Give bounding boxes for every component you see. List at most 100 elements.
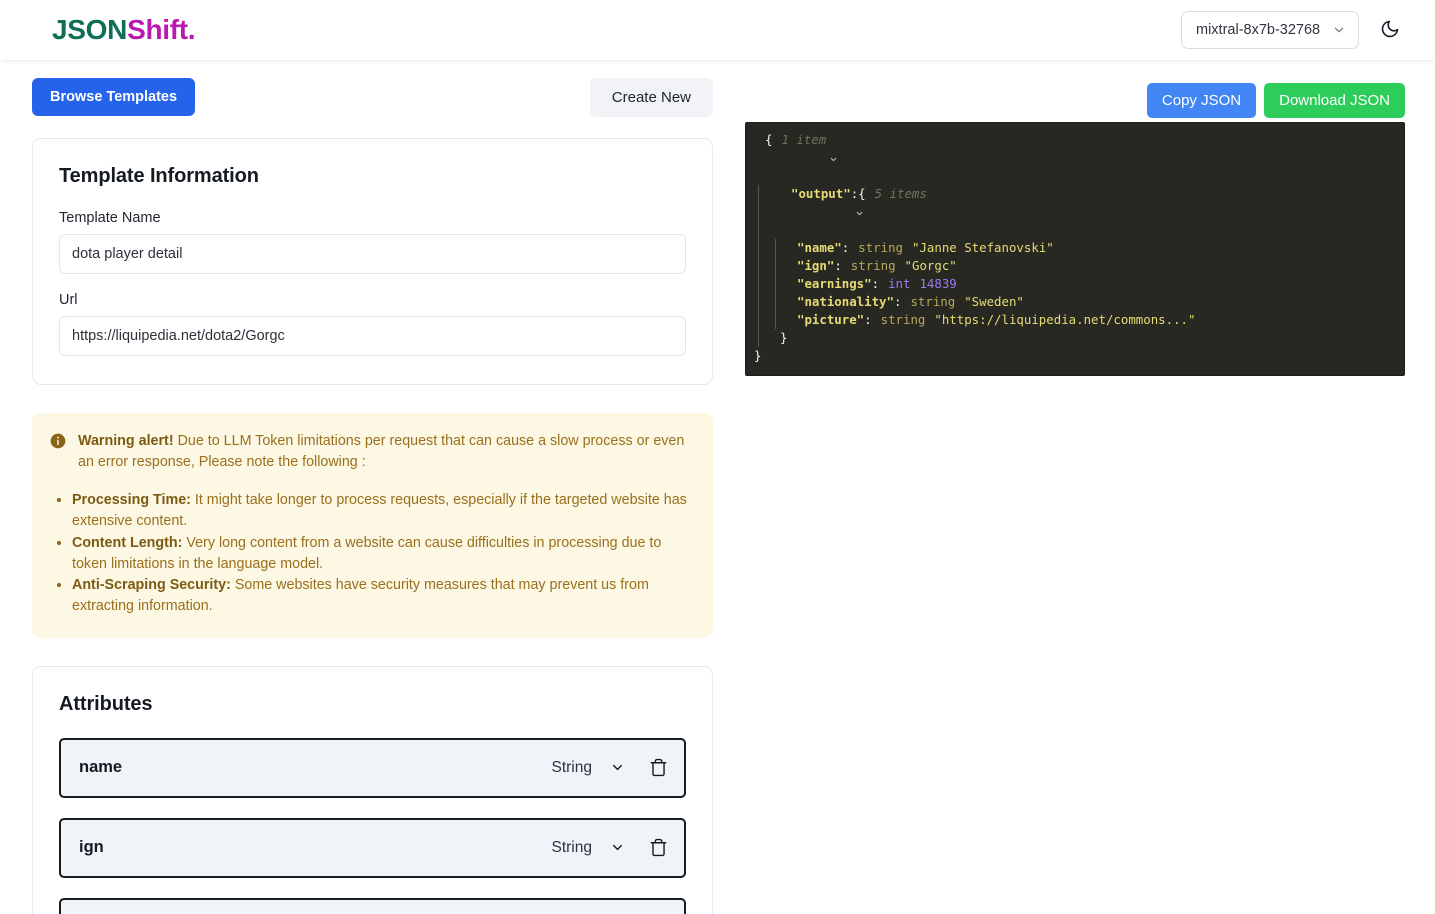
theme-toggle-button[interactable] (1375, 15, 1405, 45)
chevron-down-icon[interactable] (610, 840, 625, 855)
model-select-value: mixtral-8x7b-32768 (1196, 22, 1321, 38)
trash-icon[interactable] (649, 838, 668, 857)
attribute-type-value: String (551, 838, 593, 856)
attribute-name: ign (79, 838, 104, 857)
json-value: "Janne Stefanovski" (912, 240, 1054, 255)
info-circle-icon (50, 433, 66, 449)
chevron-down-icon[interactable] (780, 185, 862, 239)
list-item: Content Length: Very long content from a… (72, 533, 693, 574)
indent-guide (775, 257, 788, 275)
json-root-brace: { (765, 132, 773, 147)
json-output-close-line: } (754, 329, 1394, 347)
table-row[interactable]: name String (59, 737, 686, 798)
download-json-button[interactable]: Download JSON (1264, 82, 1405, 118)
json-value: 14839 (919, 276, 957, 291)
model-select[interactable]: mixtral-8x7b-32768 (1181, 11, 1359, 49)
list-item-strong: Anti-Scraping Security: (72, 577, 231, 594)
json-output-viewer[interactable]: {1 item "output":{5 items "name": string "… (745, 122, 1405, 376)
url-input[interactable] (59, 316, 686, 356)
indent-guide (775, 239, 788, 257)
template-information-title: Template Information (59, 165, 259, 187)
json-entry-line: "earnings": int 14839 (754, 275, 1394, 293)
indent-guide (758, 293, 771, 311)
moon-icon (1380, 19, 1400, 42)
table-row[interactable]: earnings Number (59, 897, 686, 914)
app-header: JSONShift. mixtral-8x7b-32768 (0, 0, 1435, 60)
json-key: "earnings" (797, 276, 872, 291)
attributes-card: Attributes name String ign String (32, 665, 713, 914)
table-row[interactable]: ign String (59, 817, 686, 878)
json-brace: { (858, 186, 866, 201)
json-colon: : (871, 276, 880, 291)
json-value: "Sweden" (964, 294, 1024, 309)
attributes-title: Attributes (59, 692, 153, 715)
indent-guide (758, 311, 771, 329)
chevron-down-icon[interactable] (754, 131, 836, 185)
chevron-down-icon (1332, 23, 1346, 37)
output-toolbar: Copy JSON Download JSON (745, 78, 1405, 122)
chevron-down-icon[interactable] (610, 760, 625, 775)
json-key: "output" (791, 186, 851, 201)
json-type: int (888, 276, 911, 291)
logo-text-primary: JSON (52, 14, 128, 45)
indent-guide (775, 275, 788, 293)
output-column: Copy JSON Download JSON {1 item "output"… (745, 60, 1435, 914)
attribute-type-value: String (551, 758, 593, 776)
trash-icon[interactable] (649, 758, 668, 777)
url-field-block: Url (59, 292, 686, 356)
indent-guide (758, 329, 771, 347)
indent-guide (775, 293, 788, 311)
warning-alert-header: Warning alert! Due to LLM Token limitati… (50, 431, 693, 472)
json-entry-line: "nationality": string "Sweden" (754, 293, 1394, 311)
json-close-brace: } (780, 330, 788, 345)
json-colon: : (834, 258, 842, 273)
url-label: Url (59, 292, 78, 308)
json-output-item-count: 5 items (874, 186, 927, 201)
json-type: string (880, 312, 926, 327)
page-body: Browse Templates Create New Template Inf… (0, 60, 1435, 914)
header-actions: mixtral-8x7b-32768 (1181, 11, 1405, 49)
json-root-close-line: } (754, 347, 1394, 365)
json-key: "ign" (797, 258, 835, 273)
template-name-input[interactable] (59, 234, 686, 274)
json-value: "Gorgc" (904, 258, 957, 273)
json-value: "https://liquipedia.net/commons..." (934, 312, 1196, 327)
template-name-field-block: Template Name (59, 210, 686, 274)
indent-guide (775, 311, 788, 329)
indent-guide (758, 185, 771, 239)
json-root-item-count: 1 item (781, 132, 827, 147)
json-key: "nationality" (797, 294, 894, 309)
json-root-line: {1 item (754, 131, 1394, 185)
list-item: Processing Time: It might take longer to… (72, 490, 693, 531)
list-item: Anti-Scraping Security: Some websites ha… (72, 575, 693, 616)
create-new-button[interactable]: Create New (589, 78, 713, 117)
app-logo[interactable]: JSONShift. (52, 14, 196, 46)
editor-column: Browse Templates Create New Template Inf… (0, 60, 745, 914)
attribute-name: name (79, 758, 123, 777)
template-name-label: Template Name (59, 210, 161, 226)
json-colon: : (850, 186, 859, 201)
json-close-brace: } (754, 348, 762, 363)
warning-alert-text: Warning alert! Due to LLM Token limitati… (78, 431, 693, 472)
json-colon: : (893, 294, 902, 309)
warning-alert: Warning alert! Due to LLM Token limitati… (32, 413, 713, 638)
json-colon: : (864, 312, 872, 327)
json-entry-line: "picture": string "https://liquipedia.net/… (754, 311, 1394, 329)
json-entry-line: "ign": string "Gorgc" (754, 257, 1394, 275)
indent-guide (758, 257, 771, 275)
json-type: string (910, 294, 956, 309)
editor-toolbar: Browse Templates Create New (32, 78, 713, 138)
json-type: string (858, 240, 903, 255)
attribute-controls: String (552, 758, 669, 777)
logo-text-secondary: Shift. (127, 14, 196, 45)
attribute-controls: String (552, 838, 669, 857)
json-type: string (850, 258, 896, 273)
json-colon: : (841, 240, 850, 255)
browse-templates-button[interactable]: Browse Templates (32, 78, 196, 116)
copy-json-button[interactable]: Copy JSON (1146, 82, 1257, 118)
list-item-strong: Content Length: (72, 534, 183, 551)
indent-guide (758, 239, 771, 257)
json-key: "picture" (797, 312, 865, 327)
json-key: "name" (797, 240, 842, 255)
list-item-strong: Processing Time: (72, 492, 191, 509)
